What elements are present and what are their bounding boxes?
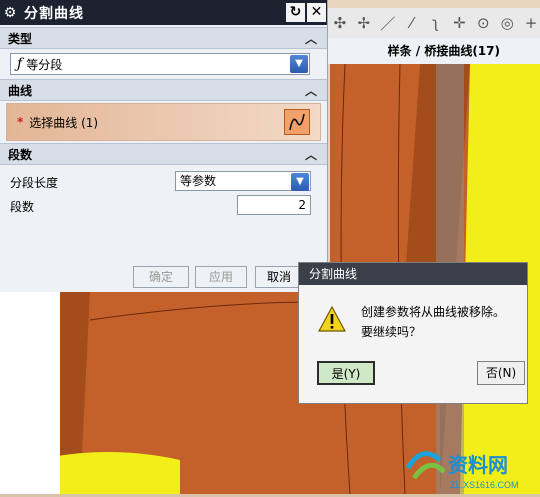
plus-icon[interactable]: +: [522, 14, 540, 32]
split-curve-dialog: ⚙ 分割曲线 ↻ ✕ 类型 ︿ ƒ 等分段 ▼ 曲线 ︿ * 选择曲线 (1) …: [0, 0, 328, 292]
yes-button[interactable]: 是(Y): [317, 361, 375, 385]
segment-length-select[interactable]: 等参数 ▼: [175, 171, 311, 191]
line-icon[interactable]: ／: [379, 13, 397, 34]
section-type-label: 类型: [8, 31, 33, 46]
warning-icon: [317, 305, 347, 332]
svg-text:资料网: 资料网: [448, 453, 508, 477]
type-row: ƒ 等分段 ▼: [0, 49, 327, 79]
chevron-down-icon[interactable]: ▼: [291, 173, 309, 191]
no-button[interactable]: 否(N): [477, 361, 525, 385]
snap-point-icon[interactable]: ✢: [355, 14, 373, 32]
select-curve-button[interactable]: [284, 109, 310, 135]
confirm-dialog: 分割曲线 创建参数将从曲线被移除。 要继续吗？ 是(Y) 否(N): [298, 262, 528, 404]
select-curve-row[interactable]: * 选择曲线 (1): [6, 103, 321, 141]
dialog-title: 分割曲线: [24, 5, 84, 22]
section-type[interactable]: 类型 ︿: [0, 27, 327, 49]
segment-length-value: 等参数: [180, 174, 217, 188]
circle-icon[interactable]: ⊙: [474, 14, 492, 32]
section-segments[interactable]: 段数 ︿: [0, 143, 327, 165]
gear-icon[interactable]: ⚙: [0, 5, 20, 21]
svg-text:ZL.XS1616.COM: ZL.XS1616.COM: [450, 480, 519, 490]
slash-icon[interactable]: ⁄: [403, 14, 421, 32]
crosshair-icon[interactable]: ✛: [450, 14, 468, 32]
collapse-icon[interactable]: ︿: [305, 30, 317, 47]
section-segments-label: 段数: [8, 147, 33, 162]
selection-status: 样条 / 桥接曲线(17): [325, 38, 540, 64]
function-icon: ƒ: [17, 56, 23, 72]
section-curve-label: 曲线: [8, 83, 33, 98]
curve-icon: [289, 113, 305, 131]
segment-count-input[interactable]: 2: [237, 195, 311, 215]
watermark: 资料网 ZL.XS1616.COM: [400, 438, 540, 494]
confirm-message-line2: 要继续吗？: [361, 325, 422, 339]
segment-length-row: 分段长度 等参数 ▼: [0, 169, 327, 193]
view-toolbar: ✣ ✢ ／ ⁄ ʅ ✛ ⊙ ◎ +: [325, 8, 540, 38]
ok-button[interactable]: 确定: [133, 266, 189, 288]
required-icon: *: [17, 115, 24, 129]
type-select-value: 等分段: [26, 57, 63, 72]
collapse-icon[interactable]: ︿: [305, 146, 317, 163]
segment-count-row: 段数 2: [0, 193, 327, 217]
apply-button[interactable]: 应用: [195, 266, 247, 288]
reset-button[interactable]: ↻: [286, 3, 305, 22]
confirm-title[interactable]: 分割曲线: [299, 263, 527, 285]
close-button[interactable]: ✕: [307, 3, 326, 22]
cancel-button[interactable]: 取消: [255, 266, 303, 288]
collapse-icon[interactable]: ︿: [305, 82, 317, 99]
watermark-logo-icon: 资料网 ZL.XS1616.COM: [405, 451, 519, 490]
section-curve[interactable]: 曲线 ︿: [0, 79, 327, 101]
type-select[interactable]: ƒ 等分段 ▼: [10, 53, 310, 75]
confirm-message-line1: 创建参数将从曲线被移除。: [361, 305, 506, 319]
curve-icon[interactable]: ʅ: [427, 14, 445, 32]
select-curve-label: 选择曲线 (1): [29, 115, 99, 130]
segment-count-label: 段数: [10, 200, 35, 214]
snap-icon[interactable]: ✣: [331, 14, 349, 32]
chevron-down-icon[interactable]: ▼: [290, 55, 308, 73]
target-icon[interactable]: ◎: [498, 14, 516, 32]
dialog-titlebar[interactable]: ⚙ 分割曲线 ↻ ✕: [0, 0, 327, 25]
segment-length-label: 分段长度: [10, 176, 59, 190]
